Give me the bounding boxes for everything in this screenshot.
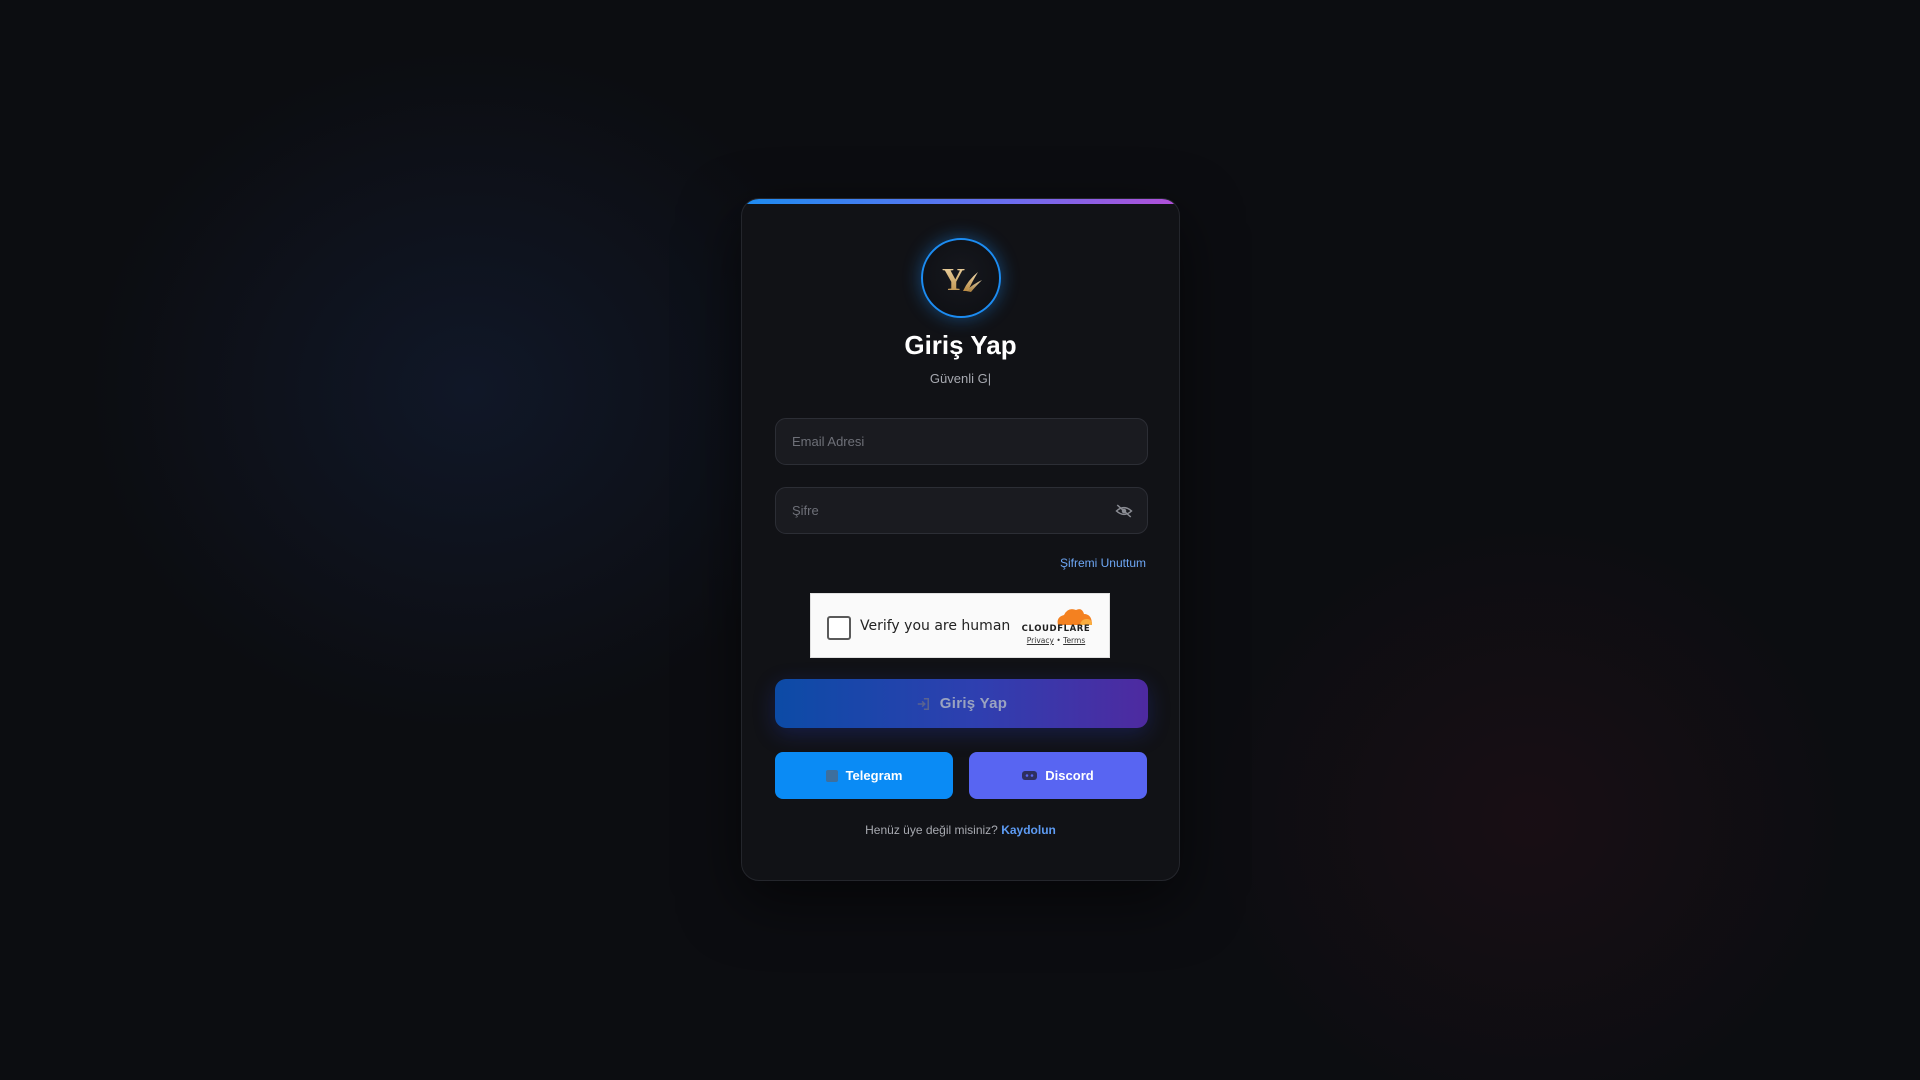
signup-link[interactable]: Kaydolun xyxy=(1001,823,1056,837)
captcha-terms-link[interactable]: Terms xyxy=(1063,636,1085,645)
discord-icon xyxy=(1022,771,1038,780)
captcha-label: Verify you are human xyxy=(860,618,1011,634)
signup-prompt: Henüz üye değil misiniz? Kaydolun xyxy=(742,823,1179,837)
login-icon xyxy=(917,697,929,710)
telegram-login-button[interactable]: Telegram xyxy=(775,752,953,799)
captcha-checkbox[interactable] xyxy=(827,616,851,640)
svg-text:Y: Y xyxy=(942,261,965,297)
discord-label: Discord xyxy=(1045,768,1094,783)
email-field[interactable] xyxy=(775,418,1148,465)
forgot-password-link[interactable]: Şifremi Unuttum xyxy=(1060,556,1146,570)
captcha-links-separator: • xyxy=(1056,636,1061,645)
login-submit-label: Giriş Yap xyxy=(939,695,1008,712)
brand-logo: Y xyxy=(921,238,1001,318)
eye-off-icon[interactable] xyxy=(1115,503,1133,519)
captcha-privacy-link[interactable]: Privacy xyxy=(1027,636,1054,645)
cloudflare-wordmark: CLOUDFLARE xyxy=(1021,624,1091,634)
login-card: Y Giriş Yap Güvenli G| Şifremi Unuttum V… xyxy=(741,198,1180,881)
telegram-label: Telegram xyxy=(845,768,903,783)
page-title: Giriş Yap xyxy=(904,330,1017,360)
page-subtitle: Güvenli G| xyxy=(929,371,992,386)
brand-logo-mark: Y xyxy=(942,261,982,297)
captcha-links: Privacy • Terms xyxy=(1018,636,1094,645)
password-field[interactable] xyxy=(775,487,1148,534)
telegram-icon xyxy=(825,769,838,782)
login-submit-button[interactable]: Giriş Yap xyxy=(775,679,1148,728)
captcha-widget: Verify you are human CLOUDFLARE Privacy … xyxy=(810,593,1110,658)
discord-login-button[interactable]: Discord xyxy=(969,752,1147,799)
signup-prompt-text: Henüz üye değil misiniz? xyxy=(865,823,998,837)
gradient-top-bar xyxy=(742,199,1179,204)
